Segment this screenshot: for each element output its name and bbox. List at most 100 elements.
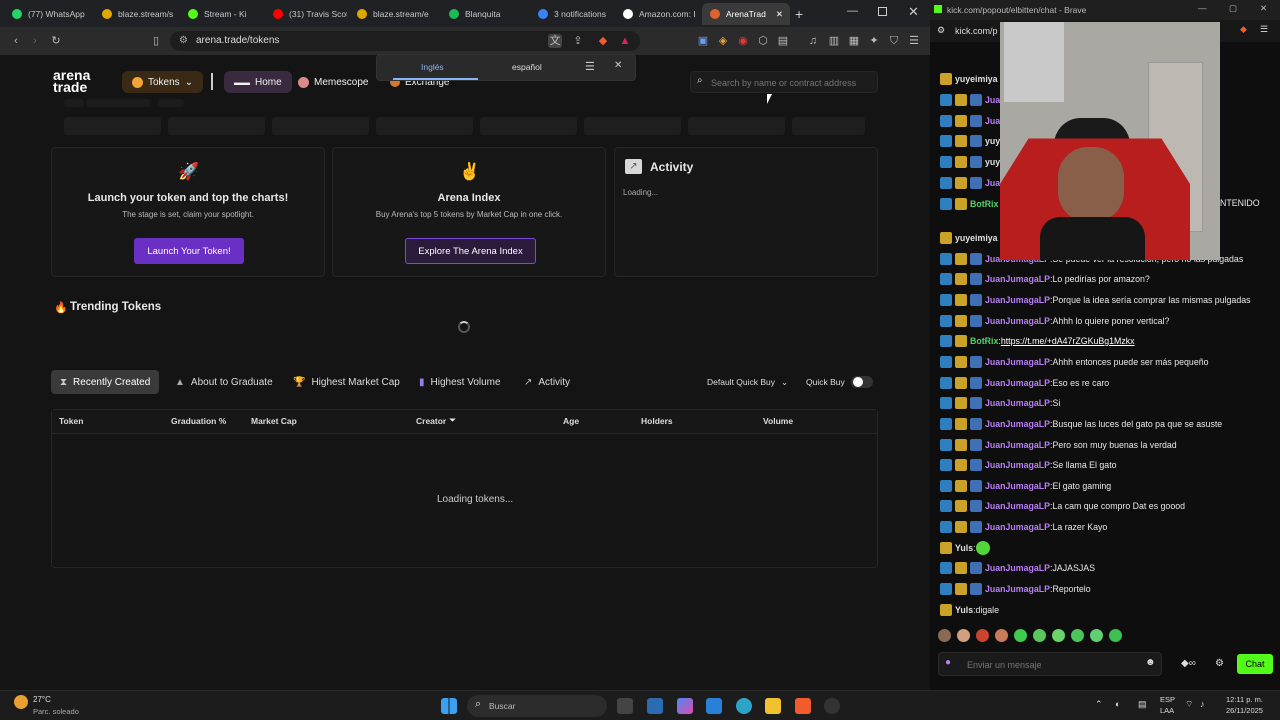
clock-date[interactable]: 26/11/2025 — [1226, 706, 1263, 715]
emote-icon[interactable] — [1014, 629, 1027, 642]
windows-start-icon[interactable] — [441, 698, 457, 714]
points-icon[interactable]: ◆∞ — [1181, 658, 1196, 669]
share-icon[interactable]: ⇪ — [571, 34, 585, 48]
chat-maximize-button[interactable]: ▢ — [1229, 3, 1237, 14]
chat-link[interactable]: https://t.me/+dA47rZGKuBg1Mzkx — [1001, 336, 1135, 346]
site-info-icon[interactable]: ⚙ — [179, 31, 188, 51]
minimize-button[interactable]: — — [847, 5, 858, 17]
extension-icon[interactable]: ▣ — [696, 34, 710, 48]
chat-username[interactable]: JuanJumagaLP — [985, 460, 1050, 470]
chat-username[interactable]: JuanJumagaLP — [985, 357, 1050, 367]
menu-icon[interactable]: ☰ — [1260, 24, 1268, 35]
translate-source-lang[interactable]: Inglés — [421, 62, 444, 72]
browser-tab[interactable]: 3 notifications — [530, 3, 612, 25]
extension-icon[interactable]: ◈ — [716, 34, 730, 48]
address-bar[interactable]: ⚙ arena.trade/tokens — [170, 31, 640, 51]
extension-icon[interactable]: ♫ — [806, 34, 820, 48]
chat-username[interactable]: JuanJumagaLP — [985, 501, 1050, 511]
browser-tab[interactable]: blaze.stream/s — [94, 3, 176, 25]
th-holders[interactable]: Holders — [641, 416, 673, 426]
chat-username[interactable]: JuanJumagaLP — [985, 584, 1050, 594]
search-box[interactable]: ⌕ — [690, 71, 878, 93]
lang-indicator-1[interactable]: ESP — [1160, 695, 1175, 704]
emote-icon[interactable] — [1052, 629, 1065, 642]
chat-username[interactable]: BotRix — [970, 199, 998, 209]
network-icon[interactable]: ⌔ — [1185, 699, 1193, 710]
filter-about-to-graduate[interactable]: ▲ About to Graduate — [166, 370, 282, 394]
microphone-icon[interactable]: ● — [945, 657, 951, 668]
chat-send-button[interactable]: Chat — [1237, 654, 1273, 674]
taskbar-search[interactable]: ⌕ Buscar — [467, 695, 607, 717]
clock-time[interactable]: 12:11 p. m. — [1226, 695, 1263, 704]
chat-username[interactable]: Yuls — [955, 605, 973, 615]
brave-shield-icon[interactable]: ◆ — [596, 34, 610, 48]
default-quick-buy-select[interactable]: Default Quick Buy ⌄ — [698, 370, 797, 394]
browser-tab[interactable]: Stream - Ki — [180, 3, 262, 25]
launch-token-button[interactable]: Launch Your Token! — [134, 238, 244, 264]
translate-menu-icon[interactable]: ☰ — [585, 60, 595, 73]
settings-icon[interactable]: ⚙ — [937, 25, 945, 36]
tray-app-icon[interactable]: ▤ — [1138, 699, 1147, 710]
chat-username[interactable]: BotRix — [970, 336, 998, 346]
th-graduation[interactable]: Graduation % — [171, 416, 226, 426]
emoji-icon[interactable]: ☻ — [1145, 657, 1156, 668]
edge-icon[interactable] — [736, 698, 752, 714]
extension-icon[interactable]: ▤ — [776, 34, 790, 48]
emote-icon[interactable] — [938, 629, 951, 642]
task-view-icon[interactable] — [617, 698, 633, 714]
chat-username[interactable]: JuanJumagaLP — [985, 419, 1050, 429]
brave-taskbar-icon[interactable] — [795, 698, 811, 714]
close-window-button[interactable]: ✕ — [908, 4, 919, 20]
emote-icon[interactable] — [995, 629, 1008, 642]
browser-tab[interactable]: blaze.stream/e — [349, 3, 431, 25]
filter-highest-market-cap[interactable]: 🏆 Highest Market Cap — [284, 370, 409, 394]
browser-tab[interactable]: Blanquita — [441, 3, 523, 25]
file-explorer-icon[interactable] — [765, 698, 781, 714]
chat-input[interactable] — [967, 657, 1137, 672]
chat-username[interactable]: yuyeimiya — [955, 74, 998, 84]
th-creator[interactable]: Creator — [416, 416, 446, 426]
emote-icon[interactable] — [1033, 629, 1046, 642]
chat-close-button[interactable]: ✕ — [1260, 3, 1267, 14]
chat-username[interactable]: JuanJumagaLP — [985, 378, 1050, 388]
wallet-icon[interactable]: ▦ — [847, 34, 861, 48]
emote-icon[interactable] — [1071, 629, 1084, 642]
filter-activity[interactable]: ↗ Activity — [515, 370, 579, 394]
chat-username[interactable]: JuanJumagaLP — [985, 316, 1050, 326]
filter-highest-volume[interactable]: ▮ Highest Volume — [410, 370, 510, 394]
snipping-tool-icon[interactable] — [647, 698, 663, 714]
translate-target-lang[interactable]: español — [512, 62, 542, 72]
nav-memescope[interactable]: Memescope — [288, 71, 378, 93]
emote-icon[interactable] — [957, 629, 970, 642]
chat-username[interactable]: yuyeimiya — [955, 233, 998, 243]
chat-username[interactable]: JuanJumagaLP — [985, 522, 1050, 532]
brave-shield-icon[interactable]: ◆ — [1240, 24, 1247, 35]
browser-tab[interactable]: (77) WhatsApp — [4, 3, 86, 25]
vpn-icon[interactable]: ⛉ — [887, 34, 901, 48]
browser-tab[interactable]: Amazon.com: I — [615, 3, 697, 25]
chat-url[interactable]: kick.com/p — [955, 26, 998, 36]
chat-username[interactable]: JuanJumagaLP — [985, 274, 1050, 284]
search-input[interactable] — [711, 75, 873, 90]
copilot-icon[interactable] — [677, 698, 693, 714]
th-volume[interactable]: Volume — [763, 416, 793, 426]
volume-icon[interactable]: ♪ — [1200, 699, 1205, 709]
chat-username[interactable]: Jua — [985, 95, 1000, 105]
nav-home[interactable]: ▬▬ Home — [224, 71, 292, 93]
arena-logo[interactable]: arena trade — [53, 68, 90, 94]
explore-index-button[interactable]: Explore The Arena Index — [405, 238, 536, 264]
browser-tab[interactable]: (31) Travis Scot — [265, 3, 347, 25]
lang-indicator-2[interactable]: LAA — [1160, 706, 1174, 715]
chat-username[interactable]: Jua — [985, 116, 1000, 126]
chat-settings-icon[interactable]: ⚙ — [1215, 658, 1224, 669]
filter-recently-created[interactable]: ⧗ Recently Created — [51, 370, 160, 394]
obs-icon[interactable] — [824, 698, 840, 714]
forward-icon[interactable]: › — [28, 34, 42, 48]
maximize-button[interactable] — [878, 7, 887, 16]
extension-icon[interactable]: ⬡ — [756, 34, 770, 48]
menu-icon[interactable]: ☰ — [907, 34, 921, 48]
chat-minimize-button[interactable]: — — [1198, 3, 1207, 13]
filter-icon[interactable]: ⏷ — [449, 415, 456, 426]
brave-rewards-icon[interactable]: ▲ — [618, 34, 632, 48]
tray-overflow-icon[interactable]: ⌃ — [1095, 699, 1103, 710]
